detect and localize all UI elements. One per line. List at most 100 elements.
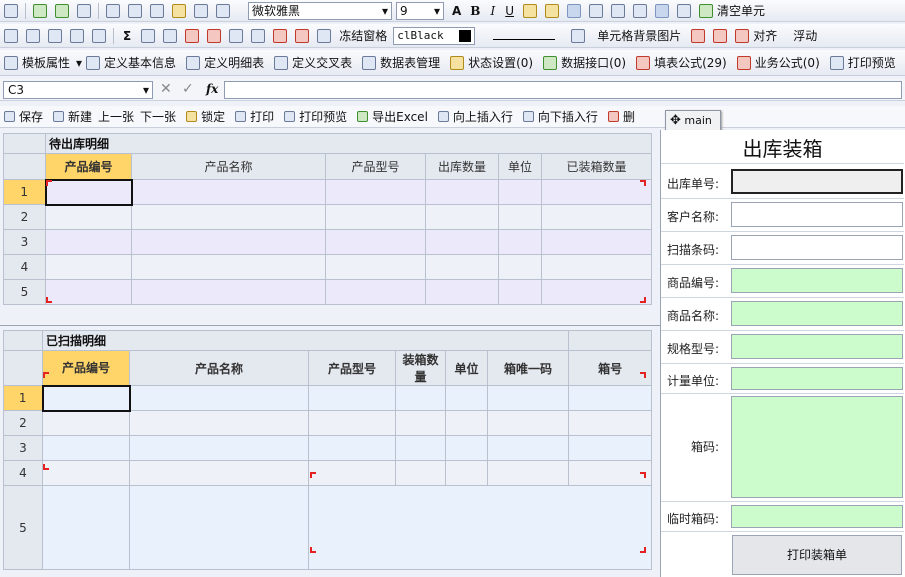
insert-row-above-button[interactable]: 向上插入行 — [453, 108, 513, 125]
cell[interactable] — [325, 254, 426, 280]
cell[interactable] — [395, 460, 446, 486]
cell[interactable] — [41, 384, 131, 412]
cut-icon[interactable] — [106, 3, 120, 18]
cell[interactable] — [425, 229, 499, 255]
row-number[interactable]: 3 — [3, 435, 43, 461]
cell[interactable] — [308, 385, 396, 411]
grid-icon[interactable] — [4, 28, 18, 43]
cell[interactable] — [325, 179, 426, 205]
cell[interactable] — [129, 460, 309, 486]
italic-icon[interactable]: I — [490, 4, 495, 18]
column-header[interactable]: 箱唯一码 — [486, 350, 570, 386]
cell[interactable] — [42, 410, 130, 436]
column-header[interactable]: 装箱数量 — [395, 350, 446, 386]
cell[interactable] — [425, 179, 499, 205]
refresh-icon[interactable] — [699, 3, 713, 18]
column-header[interactable]: 出库数量 — [425, 153, 499, 180]
cell[interactable] — [45, 229, 132, 255]
row-number[interactable]: 1 — [3, 179, 46, 205]
fill-icon[interactable] — [691, 28, 706, 43]
cell[interactable] — [568, 410, 653, 436]
cell[interactable] — [325, 204, 426, 230]
column-header[interactable]: 箱号 — [568, 350, 653, 386]
print-preview-button[interactable]: 打印预览 — [299, 108, 347, 125]
fill-clear-icon[interactable] — [713, 28, 728, 43]
cell-ref-input[interactable]: C3 ▾ — [3, 81, 153, 99]
define-basic-info-button[interactable]: 定义基本信息 — [104, 54, 176, 71]
column-header[interactable]: 单位 — [445, 350, 488, 386]
lock-button[interactable]: 锁定 — [201, 108, 225, 125]
define-detail-button[interactable]: 定义明细表 — [204, 54, 264, 71]
save-button[interactable]: 保存 — [19, 108, 43, 125]
exit-icon[interactable] — [77, 3, 91, 18]
insert-row-icon[interactable] — [141, 28, 156, 43]
cell[interactable] — [486, 460, 570, 486]
row-number[interactable]: 2 — [3, 204, 46, 230]
lock-icon[interactable] — [545, 3, 559, 18]
column-header[interactable]: 单位 — [498, 153, 542, 180]
row-number[interactable]: 5 — [3, 485, 43, 570]
next-button[interactable]: 下一张 — [140, 108, 176, 125]
font-name-select[interactable]: 微软雅黑 ▾ — [248, 1, 392, 20]
define-cross-button[interactable]: 定义交叉表 — [292, 54, 352, 71]
cell[interactable] — [445, 435, 488, 461]
cell[interactable] — [45, 204, 132, 230]
spec-model-input[interactable] — [731, 334, 903, 359]
fill-color-icon[interactable] — [523, 3, 537, 18]
column-header[interactable]: 产品编号 — [42, 350, 130, 386]
formula-input[interactable] — [224, 81, 902, 99]
cell[interactable] — [395, 385, 446, 411]
align-icon[interactable] — [735, 28, 750, 43]
cell[interactable] — [540, 204, 653, 230]
sum-icon[interactable]: Σ — [123, 29, 131, 43]
print-button[interactable]: 打印 — [250, 108, 274, 125]
copy-icon[interactable] — [128, 3, 142, 18]
paste-icon[interactable] — [150, 3, 164, 18]
clear-row-icon[interactable] — [273, 28, 288, 43]
font-color-icon[interactable]: A — [452, 4, 461, 18]
product-code-input[interactable] — [731, 268, 903, 293]
row-number[interactable]: 4 — [3, 460, 43, 486]
cell[interactable] — [131, 254, 326, 280]
template-props-button[interactable]: 模板属性 — [22, 54, 70, 71]
cell[interactable] — [129, 435, 309, 461]
column-header[interactable]: 产品型号 — [308, 350, 396, 386]
cell[interactable] — [568, 385, 653, 411]
row-number[interactable]: 4 — [3, 254, 46, 280]
confirm-icon[interactable]: ✓ — [182, 81, 194, 97]
column-header[interactable]: 产品名称 — [129, 350, 309, 386]
cell[interactable] — [395, 410, 446, 436]
freeze-panes-button[interactable]: 冻结窗格 — [339, 27, 387, 44]
merged-cell[interactable] — [307, 485, 653, 570]
cell[interactable] — [42, 485, 130, 570]
cell[interactable] — [540, 254, 653, 280]
percent-icon[interactable] — [317, 28, 332, 43]
cell[interactable] — [498, 179, 542, 205]
temp-box-code-input[interactable] — [731, 505, 903, 528]
print-packing-button[interactable]: 打印装箱单 — [732, 535, 902, 575]
format-brush-icon[interactable] — [172, 3, 186, 18]
cell[interactable] — [42, 460, 130, 486]
insert-col-icon[interactable] — [163, 28, 178, 43]
new-button[interactable]: 新建 — [68, 108, 92, 125]
function-icon[interactable]: fx — [206, 82, 218, 96]
redo-icon[interactable] — [216, 3, 230, 18]
order-no-input[interactable] — [731, 169, 903, 194]
cell[interactable] — [308, 460, 396, 486]
cell[interactable] — [486, 410, 570, 436]
rows-icon[interactable] — [48, 28, 62, 43]
data-table-button[interactable]: 数据表管理 — [380, 54, 440, 71]
excel-import-icon[interactable] — [33, 3, 47, 18]
align-button[interactable]: 对齐 — [753, 27, 777, 44]
cell[interactable] — [540, 179, 653, 205]
column-header[interactable]: 产品名称 — [131, 153, 326, 180]
font-size-select[interactable]: 9 ▾ — [396, 1, 444, 20]
prev-button[interactable]: 上一张 — [98, 108, 134, 125]
cell[interactable] — [44, 178, 133, 206]
cell[interactable] — [486, 385, 570, 411]
bold-icon[interactable]: B — [470, 4, 480, 18]
align-center-icon[interactable] — [589, 3, 603, 18]
cell[interactable] — [45, 279, 132, 305]
cell[interactable] — [425, 279, 499, 305]
clear-button[interactable]: 清空单元 — [717, 2, 765, 19]
